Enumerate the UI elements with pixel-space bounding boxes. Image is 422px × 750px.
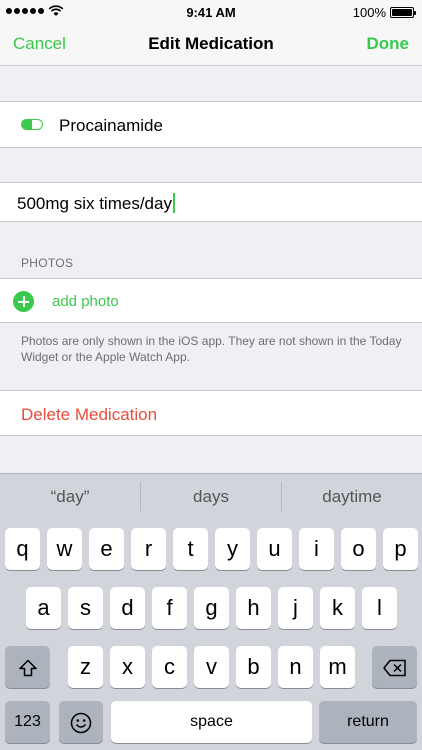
key-d[interactable]: d <box>110 587 145 629</box>
shift-icon <box>18 659 37 677</box>
key-q[interactable]: q <box>5 528 40 570</box>
space-key[interactable]: space <box>111 701 312 743</box>
photos-section-header: PHOTOS <box>21 256 74 270</box>
key-f[interactable]: f <box>152 587 187 629</box>
numbers-key[interactable]: 123 <box>5 701 50 743</box>
delete-medication-button[interactable]: Delete Medication <box>0 390 422 436</box>
backspace-icon <box>382 659 406 677</box>
page-title: Edit Medication <box>148 34 274 53</box>
pill-icon <box>21 119 43 130</box>
status-bar: 9:41 AM 100% <box>0 0 422 24</box>
key-x[interactable]: x <box>110 646 145 688</box>
emoji-icon <box>70 712 92 734</box>
key-m[interactable]: m <box>320 646 355 688</box>
key-r[interactable]: r <box>131 528 166 570</box>
add-circle-icon <box>13 291 34 312</box>
medication-name-text: Procainamide <box>59 116 163 135</box>
navigation-bar: Cancel Edit Medication Done <box>0 24 422 66</box>
keyboard: “day” days daytime 123 space return q w … <box>0 473 422 750</box>
key-b[interactable]: b <box>236 646 271 688</box>
dosage-field[interactable]: 500mg six times/day <box>0 182 422 222</box>
suggestion-2[interactable]: days <box>141 474 281 519</box>
add-photo-label: add photo <box>52 293 119 310</box>
shift-key[interactable] <box>5 646 50 688</box>
key-p[interactable]: p <box>383 528 418 570</box>
text-cursor <box>172 193 175 213</box>
key-e[interactable]: e <box>89 528 124 570</box>
key-v[interactable]: v <box>194 646 229 688</box>
key-k[interactable]: k <box>320 587 355 629</box>
delete-medication-label: Delete Medication <box>21 405 158 424</box>
key-a[interactable]: a <box>26 587 61 629</box>
key-h[interactable]: h <box>236 587 271 629</box>
key-s[interactable]: s <box>68 587 103 629</box>
key-u[interactable]: u <box>257 528 292 570</box>
emoji-key[interactable] <box>59 701 103 743</box>
battery-icon <box>390 7 416 18</box>
key-j[interactable]: j <box>278 587 313 629</box>
key-i[interactable]: i <box>299 528 334 570</box>
key-n[interactable]: n <box>278 646 313 688</box>
key-c[interactable]: c <box>152 646 187 688</box>
add-photo-button[interactable]: add photo <box>0 278 422 323</box>
return-key[interactable]: return <box>319 701 417 743</box>
key-t[interactable]: t <box>173 528 208 570</box>
battery-percentage: 100% <box>352 5 386 20</box>
suggestion-1[interactable]: “day” <box>0 474 140 519</box>
medication-name-field[interactable]: Procainamide <box>0 101 422 148</box>
key-w[interactable]: w <box>47 528 82 570</box>
backspace-key[interactable] <box>372 646 417 688</box>
predictive-bar: “day” days daytime <box>0 474 422 519</box>
key-o[interactable]: o <box>341 528 376 570</box>
key-g[interactable]: g <box>194 587 229 629</box>
key-z[interactable]: z <box>68 646 103 688</box>
key-l[interactable]: l <box>362 587 397 629</box>
key-y[interactable]: y <box>215 528 250 570</box>
done-button[interactable]: Done <box>367 34 410 54</box>
photos-footer-note: Photos are only shown in the iOS app. Th… <box>21 334 402 364</box>
dosage-text: 500mg six times/day <box>17 194 172 213</box>
suggestion-3[interactable]: daytime <box>282 474 422 519</box>
